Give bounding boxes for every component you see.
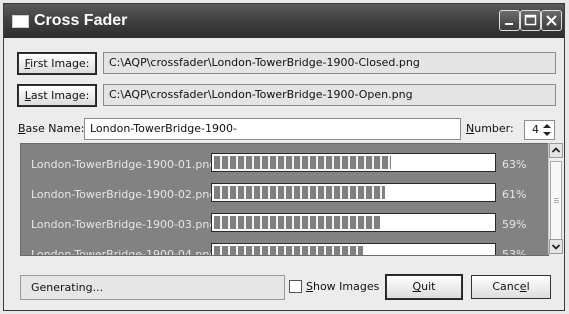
progress-percent: 53% — [502, 248, 527, 256]
close-icon — [546, 15, 557, 26]
cancel-accel: e — [519, 280, 527, 293]
last-image-button[interactable]: Last Image: — [18, 85, 96, 106]
progress-percent: 59% — [502, 218, 527, 231]
cancel-label-pre: Canc — [492, 280, 520, 293]
progress-row: London-TowerBridge-1900-03.png 59% — [21, 213, 548, 235]
progress-bar — [211, 243, 496, 255]
progress-filename: London-TowerBridge-1900-01.png — [31, 158, 217, 171]
progress-list[interactable]: London-TowerBridge-1900-01.png 63% London-… — [20, 143, 549, 256]
show-images-label-text: how Images — [312, 280, 380, 293]
maximize-button[interactable] — [520, 10, 541, 31]
vertical-scrollbar[interactable] — [548, 143, 563, 254]
number-label: Number: — [466, 122, 514, 135]
progress-percent: 61% — [502, 188, 527, 201]
close-button[interactable] — [541, 10, 562, 31]
number-accel: N — [466, 122, 475, 135]
progress-filename: London-TowerBridge-1900-02.png — [31, 188, 217, 201]
progress-bar — [211, 153, 496, 172]
progress-fill — [214, 156, 391, 169]
window-icon — [12, 15, 29, 28]
chevron-down-icon — [551, 244, 561, 250]
quit-accel: Q — [412, 280, 422, 293]
base-name-label-text: ase Name: — [25, 122, 85, 135]
progress-row: London-TowerBridge-1900-02.png 61% — [21, 183, 548, 205]
title-bar[interactable]: Cross Fader — [4, 4, 564, 38]
progress-fill — [214, 216, 380, 229]
first-image-path-field[interactable]: C:\AQP\crossfader\London-TowerBridge-190… — [103, 52, 556, 74]
progress-percent: 63% — [502, 158, 527, 171]
number-spinbox[interactable]: 4 — [524, 120, 555, 140]
progress-bar — [211, 213, 496, 232]
quit-label-post: uit — [421, 280, 436, 293]
progress-row: London-TowerBridge-1900-04.png 53% — [21, 243, 548, 256]
chevron-up-icon — [551, 147, 561, 153]
base-name-accel: B — [18, 122, 26, 135]
window-title: Cross Fader — [34, 12, 128, 29]
grip-line — [554, 198, 559, 199]
last-image-button-label: ast Image: — [30, 89, 90, 102]
progress-filename: London-TowerBridge-1900-04.png — [31, 248, 217, 256]
progress-fill — [214, 246, 363, 255]
grip-line — [554, 200, 559, 201]
number-value: 4 — [532, 123, 539, 136]
last-image-path-field[interactable]: C:\AQP\crossfader\London-TowerBridge-190… — [103, 84, 556, 106]
show-images-accel: S — [306, 280, 313, 293]
progress-fill — [214, 186, 385, 199]
scroll-thumb[interactable] — [550, 161, 562, 241]
quit-button[interactable]: Quit — [386, 275, 462, 299]
base-name-label: Base Name: — [18, 122, 84, 135]
scroll-down-button[interactable] — [549, 239, 563, 254]
number-label-text: umber: — [474, 122, 514, 135]
progress-bar — [211, 183, 496, 202]
show-images-checkbox[interactable] — [289, 280, 302, 293]
minimize-button[interactable] — [499, 10, 520, 31]
progress-filename: London-TowerBridge-1900-03.png — [31, 218, 217, 231]
scroll-up-button[interactable] — [549, 143, 563, 158]
minimize-icon — [505, 23, 513, 25]
first-image-button[interactable]: First Image: — [18, 53, 96, 74]
status-field: Generating... — [20, 275, 285, 300]
progress-row: London-TowerBridge-1900-01.png 63% — [21, 153, 548, 175]
cancel-button[interactable]: Cancel — [471, 275, 551, 299]
cancel-label-post: l — [526, 280, 530, 293]
maximize-icon — [524, 14, 537, 26]
base-name-input[interactable]: London-TowerBridge-1900- — [84, 118, 461, 140]
cross-fader-window: Cross Fader First Image: C:\AQP\crossfad… — [3, 3, 565, 311]
grip-line — [554, 202, 559, 203]
first-image-button-label: irst Image: — [30, 57, 90, 70]
spin-arrows-icon[interactable] — [541, 122, 553, 138]
show-images-label[interactable]: Show Images — [306, 280, 379, 293]
